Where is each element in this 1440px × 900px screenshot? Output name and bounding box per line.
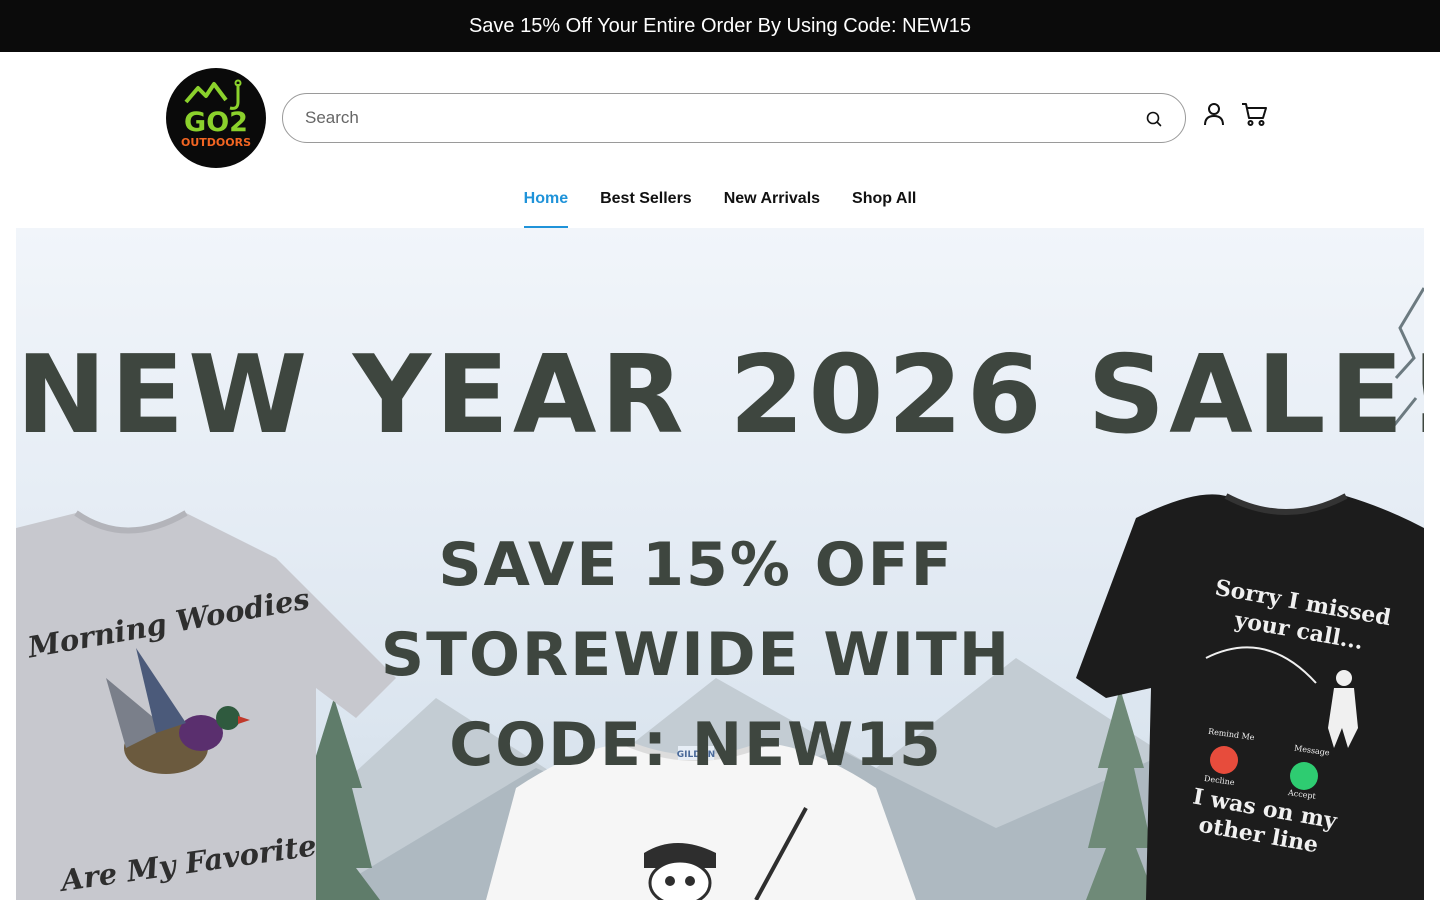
nav-item-new-arrivals[interactable]: New Arrivals — [724, 178, 820, 228]
hero-subtitle-line: STOREWIDE WITH — [380, 620, 1012, 690]
nav-item-best-sellers[interactable]: Best Sellers — [600, 178, 692, 228]
announcement-text: Save 15% Off Your Entire Order By Using … — [468, 14, 972, 37]
nav-item-home[interactable]: Home — [523, 178, 569, 228]
hero-banner[interactable]: GILDAN NEW YEAR 2026 SALE! SAVE 15% OFF … — [16, 228, 1424, 900]
hero-subtitle-line: CODE: NEW15 — [449, 710, 943, 780]
account-icon[interactable] — [1200, 100, 1228, 128]
logo-mark: GO2 OUTDOORS — [181, 79, 251, 149]
hero-subtitle: SAVE 15% OFF STOREWIDE WITH CODE: NEW15 — [316, 520, 1076, 790]
cart-icon[interactable] — [1240, 100, 1268, 128]
hero-title: NEW YEAR 2026 SALE! — [16, 333, 1424, 458]
search-bar — [282, 93, 1186, 143]
main-nav: Home Best Sellers New Arrivals Shop All — [0, 178, 1440, 228]
search-input[interactable] — [305, 94, 1125, 142]
store-logo[interactable]: GO2 OUTDOORS — [166, 68, 266, 168]
announcement-bar: Save 15% Off Your Entire Order By Using … — [0, 0, 1440, 52]
search-icon[interactable] — [1143, 108, 1165, 130]
logo-top-text: GO2 — [184, 107, 248, 138]
logo-bottom-text: OUTDOORS — [181, 136, 251, 149]
nav-item-shop-all[interactable]: Shop All — [852, 178, 916, 228]
hero-subtitle-line: SAVE 15% OFF — [438, 530, 954, 600]
